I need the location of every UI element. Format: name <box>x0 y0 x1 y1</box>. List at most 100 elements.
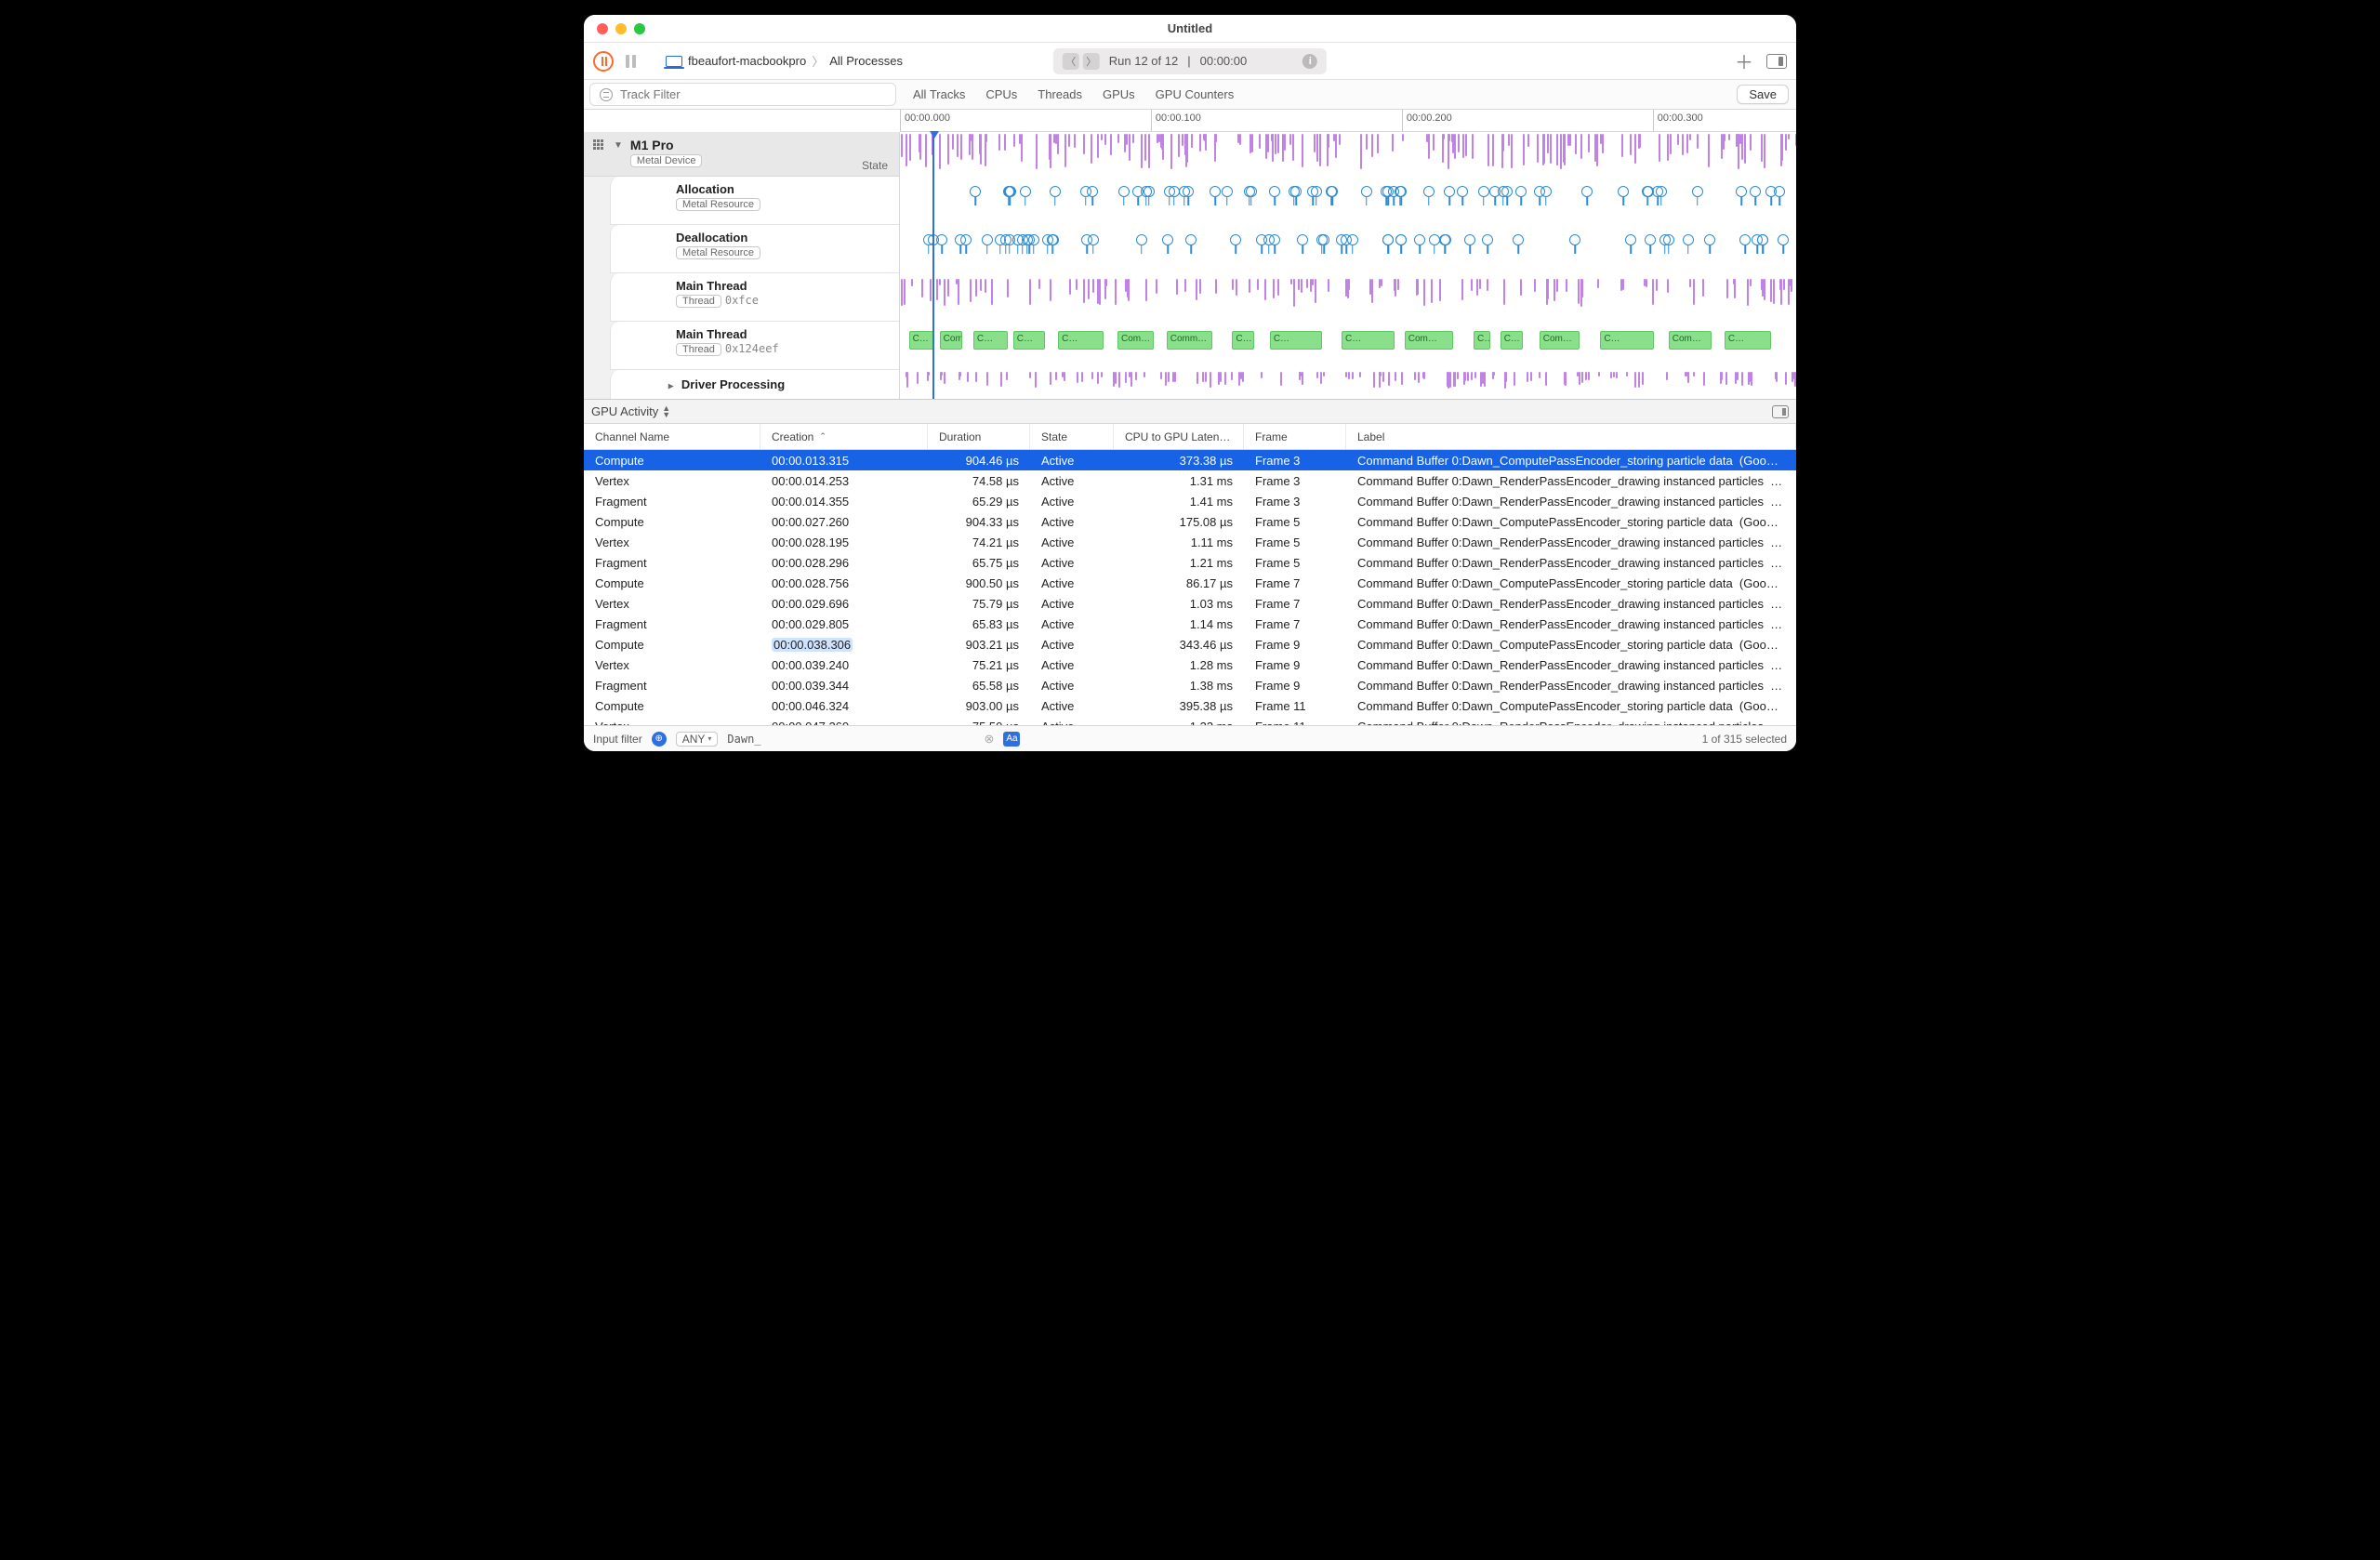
detail-selector[interactable]: GPU Activity <box>591 404 658 418</box>
col-duration[interactable]: Duration <box>928 424 1030 449</box>
track-row[interactable]: Main ThreadThread0xfce <box>610 273 899 322</box>
next-run-icon[interactable]: 〉 <box>1083 53 1100 70</box>
table-row[interactable]: Compute00:00.013.315904.46 µsActive373.3… <box>584 450 1796 470</box>
device-header[interactable]: ▼ M1 Pro Metal Device State <box>584 132 899 177</box>
command-buffer-bar[interactable]: C… <box>1501 331 1523 350</box>
cell-label: Command Buffer 0:Dawn_RenderPassEncoder_… <box>1346 535 1796 549</box>
command-buffer-bar[interactable]: Com… <box>1405 331 1454 350</box>
cell-channel: Compute <box>584 454 760 468</box>
timeline-ruler[interactable]: 00:00.00000:00.10000:00.20000:00.300 <box>900 110 1796 132</box>
grid-icon <box>593 139 606 152</box>
case-toggle-icon[interactable]: Aa <box>1003 732 1020 747</box>
zoom-window-icon[interactable] <box>634 23 645 34</box>
cell-label: Command Buffer 0:Dawn_RenderPassEncoder_… <box>1346 474 1796 488</box>
cell-state: Active <box>1030 679 1114 693</box>
cell-frame: Frame 5 <box>1244 556 1346 570</box>
track-row[interactable]: AllocationMetal Resource <box>610 177 899 225</box>
table-row[interactable]: Vertex00:00.039.24075.21 µsActive1.28 ms… <box>584 654 1796 675</box>
device-tag: Metal Device <box>630 154 703 167</box>
device-name: M1 Pro <box>630 138 703 152</box>
run-time: 00:00:00 <box>1200 54 1248 68</box>
cell-channel: Fragment <box>584 495 760 509</box>
col-channel[interactable]: Channel Name <box>584 424 760 449</box>
command-buffer-bar[interactable]: C… <box>1600 331 1654 350</box>
tab-gpus[interactable]: GPUs <box>1103 87 1135 101</box>
table-row[interactable]: Fragment00:00.039.34465.58 µsActive1.38 … <box>584 675 1796 695</box>
cell-creation: 00:00.027.260 <box>760 515 928 529</box>
tab-cpus[interactable]: CPUs <box>985 87 1017 101</box>
table-row[interactable]: Fragment00:00.028.29665.75 µsActive1.21 … <box>584 552 1796 573</box>
command-buffer-bar[interactable]: Com… <box>1117 331 1154 350</box>
cell-duration: 900.50 µs <box>928 576 1030 590</box>
close-window-icon[interactable] <box>597 23 608 34</box>
command-buffer-bar[interactable]: C… <box>973 331 1008 350</box>
command-buffer-bar[interactable]: C… <box>1270 331 1322 350</box>
table-row[interactable]: Vertex00:00.029.69675.79 µsActive1.03 ms… <box>584 593 1796 614</box>
col-state[interactable]: State <box>1030 424 1114 449</box>
filter-mode[interactable]: ANY▾ <box>676 732 719 747</box>
tab-gpu-counters[interactable]: GPU Counters <box>1156 87 1235 101</box>
cell-state: Active <box>1030 658 1114 672</box>
command-buffer-bar[interactable]: C… <box>1342 331 1395 350</box>
cell-state: Active <box>1030 535 1114 549</box>
command-buffer-bar[interactable]: C… <box>1232 331 1254 350</box>
table-body[interactable]: Compute00:00.013.315904.46 µsActive373.3… <box>584 450 1796 725</box>
track-filter-input[interactable] <box>620 87 886 101</box>
track-row[interactable]: DeallocationMetal Resource <box>610 225 899 273</box>
table-row[interactable]: Fragment00:00.029.80565.83 µsActive1.14 … <box>584 614 1796 634</box>
table-row[interactable]: Vertex00:00.047.26075.50 µsActive1.33 ms… <box>584 716 1796 725</box>
table-row[interactable]: Fragment00:00.014.35565.29 µsActive1.41 … <box>584 491 1796 511</box>
command-buffer-bar[interactable]: C… <box>1725 331 1771 350</box>
run-selector[interactable]: 〈 〉 Run 12 of 12 | 00:00:00 i <box>1053 48 1327 74</box>
info-icon[interactable]: i <box>1302 54 1317 69</box>
chevron-right-icon: 〉 <box>812 52 824 70</box>
table-row[interactable]: Compute00:00.028.756900.50 µsActive86.17… <box>584 573 1796 593</box>
clear-filter-icon[interactable]: ⊗ <box>985 732 995 747</box>
command-buffer-bar[interactable]: C… <box>1474 331 1489 350</box>
pause-icon[interactable] <box>623 55 638 68</box>
cell-label: Command Buffer 0:Dawn_RenderPassEncoder_… <box>1346 617 1796 631</box>
command-buffer-bar[interactable]: Com… <box>940 331 962 350</box>
col-frame[interactable]: Frame <box>1244 424 1346 449</box>
command-buffer-bar[interactable]: Comm… <box>1167 331 1212 350</box>
chevron-right-icon[interactable]: ▼ <box>666 381 676 390</box>
timeline-lanes[interactable]: C… Com… C… C… C… Com… Comm… C… C… C… Com… C… C… Com… C… <box>900 132 1796 399</box>
toggle-inspector-icon[interactable] <box>1766 54 1787 69</box>
cell-duration: 65.75 µs <box>928 556 1030 570</box>
tab-threads[interactable]: Threads <box>1038 87 1082 101</box>
command-buffer-bar[interactable]: C… <box>1058 331 1104 350</box>
add-icon[interactable]: ＋ <box>1735 47 1753 74</box>
toggle-detail-panel-icon[interactable] <box>1772 405 1789 418</box>
command-buffer-bar[interactable]: C… <box>909 331 934 350</box>
command-buffer-bar[interactable]: Com… <box>1540 331 1580 350</box>
breadcrumb[interactable]: fbeaufort-macbookpro 〉 All Processes <box>666 52 903 70</box>
filter-chip[interactable]: Dawn_ <box>727 733 760 746</box>
table-row[interactable]: Compute00:00.038.306903.21 µsActive343.4… <box>584 634 1796 654</box>
chevron-down-icon[interactable]: ▼ <box>614 140 623 151</box>
ruler-tick: 00:00.300 <box>1653 110 1703 131</box>
minimize-window-icon[interactable] <box>615 23 627 34</box>
updown-icon[interactable]: ▲▼ <box>662 405 670 418</box>
cell-channel: Compute <box>584 638 760 652</box>
tab-all-tracks[interactable]: All Tracks <box>913 87 965 101</box>
command-buffer-bar[interactable]: C… <box>1013 331 1045 350</box>
track-row[interactable]: Main ThreadThread0x124eef <box>610 322 899 370</box>
track-row[interactable]: ▼Driver Processing <box>610 370 899 399</box>
save-button[interactable]: Save <box>1737 85 1789 104</box>
col-label[interactable]: Label <box>1346 424 1796 449</box>
col-creation[interactable]: Creation⌃ <box>760 424 928 449</box>
record-icon[interactable] <box>593 51 614 72</box>
table-row[interactable]: Compute00:00.046.324903.00 µsActive395.3… <box>584 695 1796 716</box>
table-row[interactable]: Vertex00:00.014.25374.58 µsActive1.31 ms… <box>584 470 1796 491</box>
table-row[interactable]: Vertex00:00.028.19574.21 µsActive1.11 ms… <box>584 532 1796 552</box>
command-buffer-bar[interactable]: Com… <box>1669 331 1712 350</box>
cell-latency: 1.41 ms <box>1114 495 1244 509</box>
table-row[interactable]: Compute00:00.027.260904.33 µsActive175.0… <box>584 511 1796 532</box>
prev-run-icon[interactable]: 〈 <box>1063 53 1079 70</box>
track-filter[interactable] <box>589 83 896 106</box>
playhead[interactable] <box>932 132 934 399</box>
cell-label: Command Buffer 0:Dawn_RenderPassEncoder_… <box>1346 597 1796 611</box>
filter-scope-icon[interactable]: ⊕ <box>652 732 667 747</box>
cell-frame: Frame 9 <box>1244 658 1346 672</box>
col-latency[interactable]: CPU to GPU Laten… <box>1114 424 1244 449</box>
